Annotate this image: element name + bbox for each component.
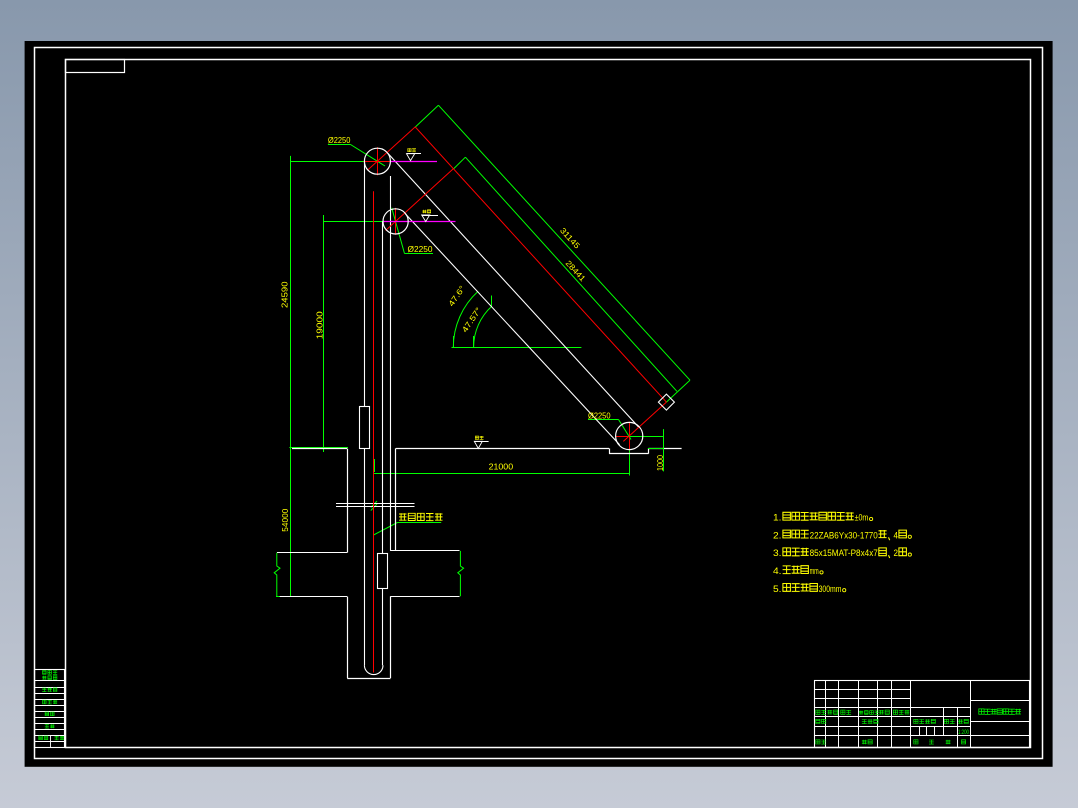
svg-text:5.: 5. — [773, 584, 782, 594]
svg-text:mm: mm — [810, 566, 819, 576]
svg-text:2.: 2. — [773, 530, 782, 540]
svg-text:85x15MAT-P8x4x7: 85x15MAT-P8x4x7 — [810, 548, 878, 558]
svg-text:19000: 19000 — [315, 311, 324, 340]
svg-text:4.: 4. — [773, 566, 782, 576]
svg-text:1:200: 1:200 — [958, 729, 969, 736]
svg-text:22ZAB6Yx30-1770: 22ZAB6Yx30-1770 — [810, 530, 878, 540]
svg-text:4: 4 — [894, 530, 899, 540]
svg-text:Ø2250: Ø2250 — [408, 245, 434, 254]
svg-text:1.: 1. — [773, 513, 782, 523]
svg-text:54000: 54000 — [281, 508, 290, 532]
svg-text:Ø2250: Ø2250 — [588, 411, 611, 420]
svg-text:Ø2250: Ø2250 — [328, 136, 351, 145]
svg-text:300mm: 300mm — [819, 584, 842, 594]
svg-text:2: 2 — [894, 548, 899, 558]
svg-text:1000: 1000 — [656, 455, 665, 471]
svg-text:3.: 3. — [773, 548, 782, 558]
svg-text:±0m: ±0m — [855, 513, 869, 523]
svg-text:21000: 21000 — [489, 463, 514, 472]
svg-text:24590: 24590 — [280, 281, 289, 308]
